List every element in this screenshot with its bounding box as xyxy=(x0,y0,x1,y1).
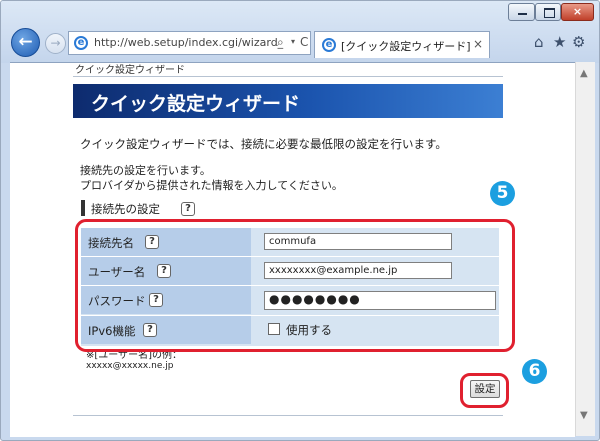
minimize-icon xyxy=(518,13,527,15)
intro-text: クイック設定ウィザードでは、接続に必要な最低限の設定を行います。 xyxy=(80,137,447,151)
vertical-scrollbar[interactable]: ▲ ▼ xyxy=(575,62,595,436)
form-highlight-outline xyxy=(75,219,515,352)
breadcrumb: クイック設定ウィザード xyxy=(75,65,185,76)
forward-button[interactable]: → xyxy=(45,33,66,54)
favorites-star-icon[interactable]: ★ xyxy=(553,33,566,51)
section-help-icon[interactable]: ? xyxy=(181,202,195,216)
scroll-down-icon[interactable]: ▼ xyxy=(580,410,588,421)
minimize-button[interactable] xyxy=(508,3,535,21)
browser-tab[interactable]: e [クイック設定ウィザード] × xyxy=(314,31,490,58)
back-button[interactable]: ← xyxy=(11,28,40,57)
section-title: 接続先の設定 xyxy=(91,202,160,216)
search-icon[interactable]: ⌕ xyxy=(277,35,284,50)
address-bar[interactable]: e http://web.setup/index.cgi/wizard_ ⌕ ▾… xyxy=(68,31,311,55)
refresh-icon[interactable]: C xyxy=(300,35,308,49)
tab-close-icon[interactable]: × xyxy=(473,37,483,51)
info-text-line1: 接続先の設定を行います。 xyxy=(80,164,211,177)
section-marker xyxy=(81,200,85,216)
page-title: クイック設定ウィザード xyxy=(91,93,301,115)
maximize-icon xyxy=(544,8,555,18)
step-6-badge: 6 xyxy=(522,359,547,384)
close-icon: × xyxy=(572,5,583,18)
button-highlight-outline xyxy=(460,373,509,408)
tools-gear-icon[interactable]: ⚙ xyxy=(572,33,585,51)
browser-window: × ← → e http://web.setup/index.cgi/wizar… xyxy=(0,0,600,441)
tab-ie-icon: e xyxy=(322,38,336,52)
username-example-value: xxxxx@xxxxx.ne.jp xyxy=(86,361,174,371)
tab-title: [クイック設定ウィザード] xyxy=(341,40,471,53)
back-arrow-icon: ← xyxy=(18,32,33,52)
maximize-button[interactable] xyxy=(535,3,561,21)
breadcrumb-divider xyxy=(73,76,503,77)
close-window-button[interactable]: × xyxy=(561,3,594,21)
address-dropdown-icon[interactable]: ▾ xyxy=(291,37,295,46)
ie-logo-icon: e xyxy=(74,36,88,50)
address-url[interactable]: http://web.setup/index.cgi/wizard_ xyxy=(94,36,283,49)
page-banner: クイック設定ウィザード xyxy=(73,84,503,118)
home-icon[interactable]: ⌂ xyxy=(534,33,544,51)
info-text-line2: プロバイダから提供された情報を入力してください。 xyxy=(80,179,343,192)
footer-divider xyxy=(73,415,503,416)
scroll-up-icon[interactable]: ▲ xyxy=(580,68,588,79)
step-5-badge: 5 xyxy=(490,181,515,206)
forward-arrow-icon: → xyxy=(50,36,61,50)
